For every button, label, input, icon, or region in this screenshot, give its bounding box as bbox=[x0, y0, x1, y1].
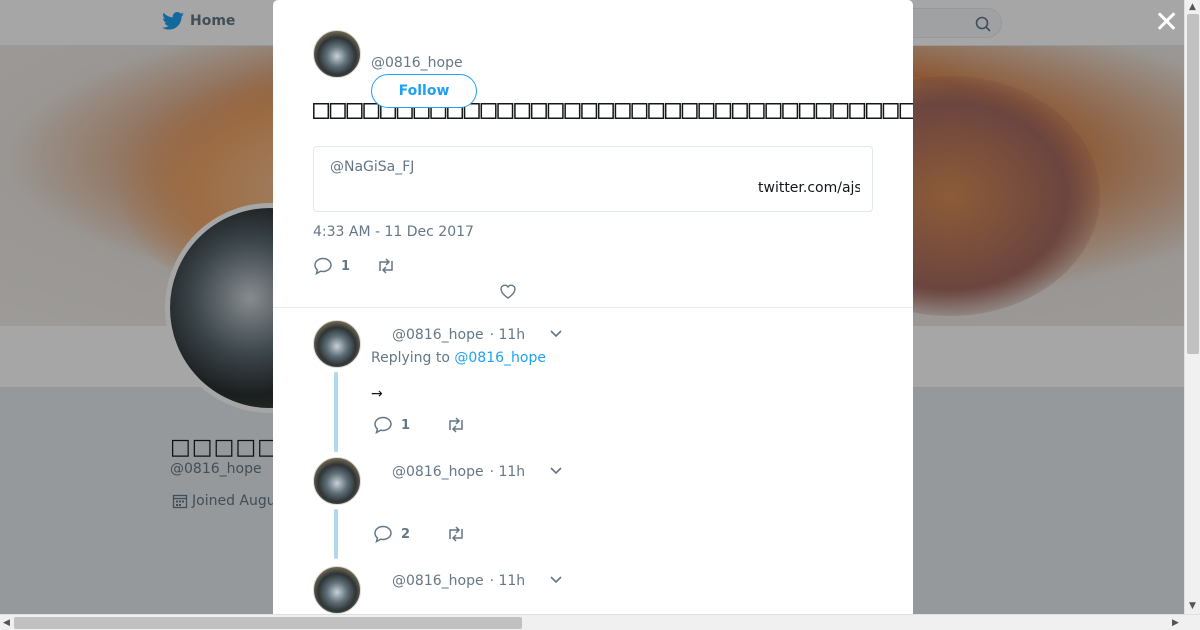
reply-meta: @0816_hope · 11h bbox=[392, 327, 525, 343]
reply-count: 2 bbox=[401, 526, 411, 542]
horizontal-scrollbar[interactable]: ◀ ▶ bbox=[0, 614, 1200, 630]
heart-icon bbox=[500, 284, 516, 299]
reply-time[interactable]: · 11h bbox=[490, 464, 526, 480]
reply-avatar[interactable] bbox=[313, 457, 361, 505]
vertical-scroll-thumb[interactable] bbox=[1187, 14, 1199, 354]
scroll-down-arrow-icon[interactable]: ▼ bbox=[1189, 601, 1196, 611]
replying-prefix: Replying to bbox=[371, 350, 450, 366]
reply-button[interactable]: 1 bbox=[373, 416, 410, 434]
reply-handle[interactable]: @0816_hope bbox=[392, 464, 484, 480]
replying-to: Replying to @0816_hope bbox=[371, 350, 546, 366]
reply-meta: @0816_hope · 11h bbox=[392, 573, 525, 589]
reply-handle[interactable]: @0816_hope bbox=[392, 327, 484, 343]
reply-actions: 2 bbox=[373, 525, 502, 543]
reply-meta: @0816_hope · 11h bbox=[392, 464, 525, 480]
tweet-timestamp[interactable]: 4:33 AM - 11 Dec 2017 bbox=[313, 224, 474, 240]
quoted-link[interactable]: twitter.com/ajs bbox=[758, 180, 860, 196]
retweet-button[interactable] bbox=[446, 416, 466, 434]
retweet-icon bbox=[449, 526, 463, 542]
reply-actions: 1 bbox=[373, 416, 502, 434]
divider bbox=[273, 307, 913, 308]
chevron-down-icon[interactable] bbox=[550, 330, 562, 338]
scroll-up-arrow-icon[interactable]: ▲ bbox=[1189, 2, 1196, 12]
reply-button[interactable]: 1 bbox=[313, 257, 350, 275]
thread-line bbox=[334, 509, 338, 559]
reply-tweet: @0816_hope · 11h 2 bbox=[313, 457, 873, 559]
follow-button[interactable]: Follow bbox=[371, 74, 477, 108]
like-button[interactable] bbox=[499, 282, 517, 304]
reply-tweet: @0816_hope · 11h Replying to @0816_hope … bbox=[313, 320, 873, 452]
replying-to-link[interactable]: @0816_hope bbox=[454, 350, 546, 366]
reply-icon bbox=[374, 525, 392, 543]
tweet-actions: 1 bbox=[313, 257, 422, 275]
reply-tweet: @0816_hope · 11h bbox=[313, 566, 873, 614]
reply-time[interactable]: · 11h bbox=[490, 573, 526, 589]
scroll-left-arrow-icon[interactable]: ◀ bbox=[3, 618, 10, 628]
tweet-author-handle[interactable]: @0816_hope bbox=[371, 55, 463, 71]
reply-time[interactable]: · 11h bbox=[490, 327, 526, 343]
scroll-right-arrow-icon[interactable]: ▶ bbox=[1172, 618, 1179, 628]
quoted-handle: @NaGiSa_FJ bbox=[330, 159, 415, 175]
tweet-author-avatar[interactable] bbox=[313, 30, 361, 78]
reply-handle[interactable]: @0816_hope bbox=[392, 573, 484, 589]
reply-text: → bbox=[371, 386, 383, 402]
retweet-button[interactable] bbox=[446, 525, 466, 543]
reply-button[interactable]: 2 bbox=[373, 525, 410, 543]
reply-count: 1 bbox=[341, 258, 351, 274]
reply-avatar[interactable] bbox=[313, 320, 361, 368]
close-button[interactable]: ✕ bbox=[1154, 8, 1179, 38]
retweet-icon bbox=[449, 417, 463, 433]
reply-icon bbox=[314, 257, 332, 275]
vertical-scrollbar[interactable]: ▲ ▼ bbox=[1184, 0, 1200, 614]
chevron-down-icon[interactable] bbox=[550, 576, 562, 584]
retweet-icon bbox=[379, 258, 393, 274]
retweet-button[interactable] bbox=[376, 257, 396, 275]
horizontal-scroll-thumb[interactable] bbox=[14, 617, 522, 629]
reply-avatar[interactable] bbox=[313, 566, 361, 614]
tweet-modal: @0816_hope □□□□□□□□□□□□□□□□□□□□□□□□□□□□□… bbox=[273, 0, 913, 614]
reply-icon bbox=[374, 416, 392, 434]
chevron-down-icon[interactable] bbox=[550, 467, 562, 475]
reply-count: 1 bbox=[401, 417, 411, 433]
thread-line bbox=[334, 372, 338, 452]
quoted-tweet-card[interactable]: @NaGiSa_FJ twitter.com/ajs bbox=[313, 146, 873, 212]
